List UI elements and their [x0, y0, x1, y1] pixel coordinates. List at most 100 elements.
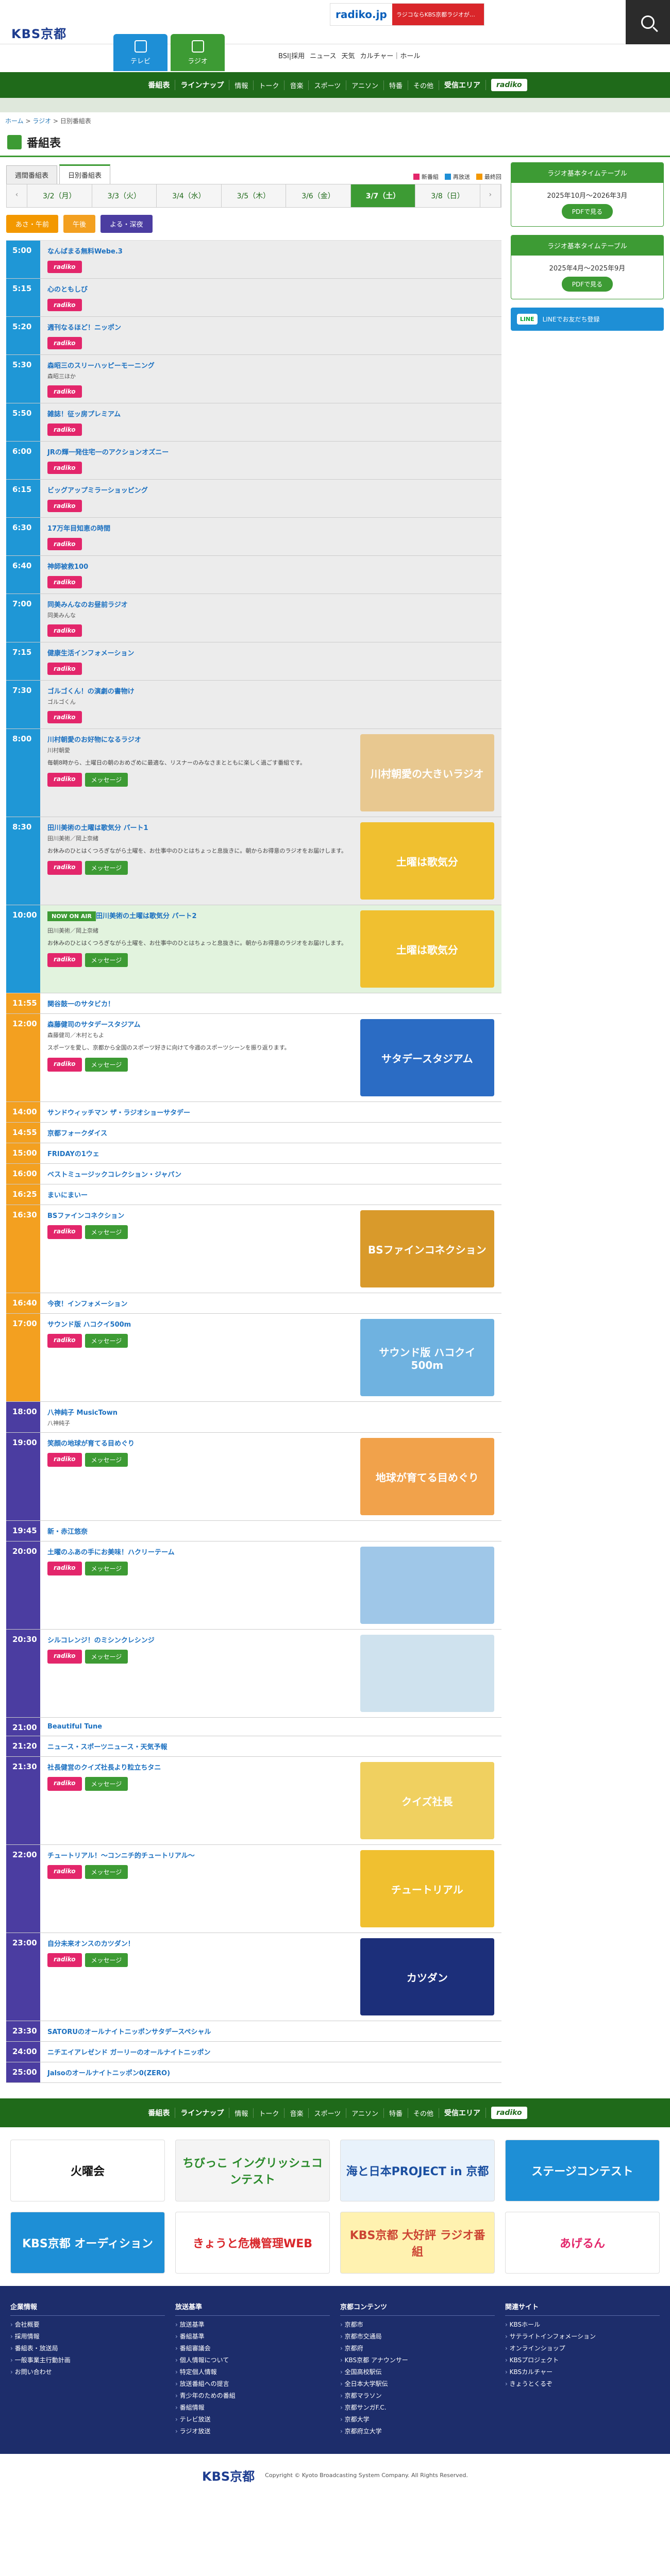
footer-link[interactable]: 番組表・放送局 — [10, 2344, 165, 2352]
radiko-button[interactable]: radiko — [47, 538, 82, 550]
program-title[interactable]: 森昭三のスリーハッピーモーニング — [47, 362, 155, 370]
banner[interactable]: あげるん — [505, 2212, 660, 2274]
nav-item[interactable]: トーク — [254, 80, 285, 90]
radiko-button[interactable]: radiko — [47, 663, 82, 675]
footer-link[interactable]: 番組審議会 — [175, 2344, 330, 2352]
footer-link[interactable]: 青少年のための番組 — [175, 2391, 330, 2400]
radiko-button[interactable]: radiko — [47, 423, 82, 436]
nav-item[interactable]: スポーツ — [309, 2108, 347, 2118]
nav-item[interactable]: その他 — [408, 2108, 439, 2118]
footer-link[interactable]: 京都マラソン — [340, 2391, 495, 2400]
program-title[interactable]: Jalsoのオールナイトニッポン0(ZERO) — [47, 2070, 170, 2077]
footer-link[interactable]: 京都市 — [340, 2320, 495, 2329]
radiko-nav-button[interactable]: radiko — [491, 79, 527, 91]
program-title[interactable]: 新・赤江悠奈 — [47, 1528, 88, 1536]
footer-link[interactable]: 放送基準 — [175, 2320, 330, 2329]
pdf-button[interactable]: PDFで見る — [561, 277, 613, 292]
radiko-banner[interactable]: radiko.jp ラジコならKBS京都ラジオが… — [330, 3, 484, 26]
footer-link[interactable]: 特定個人情報 — [175, 2367, 330, 2376]
program-title[interactable]: ビッグアップミラーショッピング — [47, 487, 148, 495]
nav-item[interactable]: ラインナップ — [175, 2108, 230, 2118]
tab-weekly[interactable]: 週間番組表 — [6, 165, 58, 184]
radiko-button[interactable]: radiko — [47, 1334, 82, 1348]
message-button[interactable]: メッセージ — [85, 1865, 128, 1879]
radiko-button[interactable]: radiko — [47, 1225, 82, 1239]
daypart-afternoon-button[interactable]: 午後 — [63, 215, 96, 233]
next-day-icon[interactable]: › — [480, 184, 501, 207]
nav-item[interactable]: 番組表 — [143, 80, 176, 90]
top-nav-item[interactable]: 天気 — [342, 50, 355, 60]
day-tab[interactable]: 3/4（水） — [157, 184, 222, 207]
program-title[interactable]: SATORUのオールナイトニッポンサタデースペシャル — [47, 2028, 211, 2036]
footer-link[interactable]: 全国高校駅伝 — [340, 2367, 495, 2376]
program-title[interactable]: 笑顔の地球が育てる目めぐり — [47, 1440, 135, 1448]
tab-radio[interactable]: ラジオ — [171, 34, 225, 71]
tab-daily[interactable]: 日別番組表 — [59, 164, 111, 184]
day-tab[interactable]: 3/8（日） — [415, 184, 480, 207]
program-title[interactable]: ニュース・スポーツニュース・天気予報 — [47, 1743, 167, 1751]
message-button[interactable]: メッセージ — [85, 1057, 128, 1072]
program-title[interactable]: 川村朝愛のお好物になるラジオ — [47, 736, 141, 744]
radiko-button[interactable]: radiko — [47, 1953, 82, 1967]
program-title[interactable]: JRの輝一発住宅一のアクションオズニー — [47, 449, 169, 456]
message-button[interactable]: メッセージ — [85, 772, 128, 787]
footer-link[interactable]: KBSホール — [505, 2320, 660, 2329]
program-title[interactable]: 森藤健司のサタデースタジアム — [47, 1021, 140, 1029]
radiko-button[interactable]: radiko — [47, 860, 82, 875]
day-tab[interactable]: 3/3（火） — [92, 184, 157, 207]
line-friend-button[interactable]: LINE LINEでお友だち登録 — [510, 308, 664, 331]
banner[interactable]: きょうと危機管理WEB — [175, 2212, 330, 2274]
footer-link[interactable]: テレビ放送 — [175, 2415, 330, 2424]
footer-link[interactable]: 全日本大学駅伝 — [340, 2379, 495, 2388]
program-title[interactable]: 心のともしび — [47, 286, 88, 294]
radiko-button[interactable]: radiko — [47, 711, 82, 723]
radiko-button[interactable]: radiko — [47, 953, 82, 967]
footer-link[interactable]: 採用情報 — [10, 2332, 165, 2341]
nav-item[interactable]: 受信エリア — [439, 80, 486, 90]
program-title[interactable]: 健康生活インフォメーション — [47, 650, 134, 657]
pdf-button[interactable]: PDFで見る — [561, 204, 613, 219]
radiko-button[interactable]: radiko — [47, 385, 82, 398]
footer-link[interactable]: 京都府 — [340, 2344, 495, 2352]
breadcrumb-radio[interactable]: ラジオ — [32, 117, 51, 125]
footer-link[interactable]: 個人情報について — [175, 2355, 330, 2364]
daypart-night-button[interactable]: よる・深夜 — [100, 215, 153, 233]
prev-day-icon[interactable]: ‹ — [7, 184, 27, 207]
search-button[interactable] — [626, 0, 670, 44]
radiko-button[interactable]: radiko — [47, 462, 82, 474]
radiko-button[interactable]: radiko — [47, 1865, 82, 1879]
footer-link[interactable]: 番組基準 — [175, 2332, 330, 2341]
nav-item[interactable]: 特番 — [384, 2108, 408, 2118]
footer-link[interactable]: KBS京都 アナウンサー — [340, 2355, 495, 2364]
program-title[interactable]: 同美みんなのお昼前ラジオ — [47, 601, 128, 609]
radiko-button[interactable]: radiko — [47, 772, 82, 787]
footer-link[interactable]: 京都大学 — [340, 2415, 495, 2424]
footer-link[interactable]: きょうとくるぞ — [505, 2379, 660, 2388]
radiko-button[interactable]: radiko — [47, 299, 82, 311]
program-title[interactable]: 八神純子 MusicTown — [47, 1409, 118, 1417]
message-button[interactable]: メッセージ — [85, 860, 128, 875]
nav-item[interactable]: 情報 — [229, 80, 254, 90]
footer-link[interactable]: サテライトインフォメーション — [505, 2332, 660, 2341]
day-tab[interactable]: 3/2（月） — [27, 184, 92, 207]
footer-link[interactable]: 放送番組への提言 — [175, 2379, 330, 2388]
program-title[interactable]: 雑誌！征ッ房プレミアム — [47, 411, 121, 418]
nav-item[interactable]: その他 — [408, 80, 439, 90]
program-title[interactable]: 今夜！インフォメーション — [47, 1300, 127, 1308]
message-button[interactable]: メッセージ — [85, 1225, 128, 1239]
program-title[interactable]: 自分未来オンスのカツダン！ — [47, 1940, 135, 1948]
program-title[interactable]: 田川美術の土曜は歌気分 パート2 — [96, 912, 197, 920]
nav-item[interactable]: 受信エリア — [439, 2108, 486, 2118]
program-title[interactable]: シルコレンジ！のミシンクレシンジ — [47, 1637, 155, 1645]
program-title[interactable]: 関谷鼓一のサタビカ！ — [47, 1001, 114, 1008]
program-title[interactable]: チュートリアル！～コンニチ的チュートリアル～ — [47, 1852, 195, 1860]
breadcrumb-home[interactable]: ホーム — [5, 117, 24, 125]
program-title[interactable]: 社長健営のクイズ社長より粒立ちタニ — [47, 1764, 161, 1772]
footer-link[interactable]: 会社概要 — [10, 2320, 165, 2329]
day-tab[interactable]: 3/5（木） — [222, 184, 287, 207]
banner[interactable]: KBS京都 オーディション — [10, 2212, 165, 2274]
footer-link[interactable]: 京都市交通局 — [340, 2332, 495, 2341]
nav-item[interactable]: 音楽 — [284, 2108, 309, 2118]
radiko-button[interactable]: radiko — [47, 261, 82, 273]
banner[interactable]: 海と日本PROJECT in 京都 — [340, 2140, 495, 2201]
